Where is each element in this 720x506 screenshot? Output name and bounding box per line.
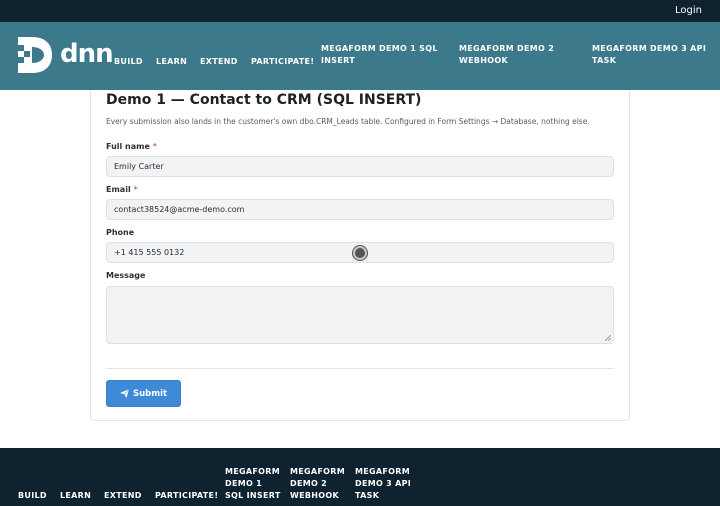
- login-link[interactable]: Login: [675, 5, 702, 16]
- message-textarea[interactable]: [106, 286, 614, 344]
- form-divider: [106, 368, 614, 369]
- full-name-label: Full name *: [106, 142, 157, 151]
- footer-nav-build[interactable]: BUILD: [18, 490, 47, 502]
- top-utility-bar: Login: [0, 0, 720, 22]
- paper-plane-icon: [119, 389, 129, 398]
- site-header: dnn BUILD LEARN EXTEND PARTICIPATE! MEGA…: [0, 22, 720, 90]
- email-input[interactable]: contact38524@acme-demo.com: [106, 199, 614, 220]
- site-footer: BUILD LEARN EXTEND PARTICIPATE! MEGAFORM…: [0, 448, 720, 506]
- nav-learn[interactable]: LEARN: [156, 56, 187, 68]
- nav-build[interactable]: BUILD: [114, 56, 143, 68]
- footer-nav-extend[interactable]: EXTEND: [104, 490, 142, 502]
- full-name-input[interactable]: Emily Carter: [106, 156, 614, 177]
- submit-button[interactable]: Submit: [106, 380, 181, 407]
- footer-nav-megaform-demo-2[interactable]: MEGAFORM DEMO 2 WEBHOOK: [290, 466, 345, 502]
- nav-megaform-demo-2[interactable]: MEGAFORM DEMO 2 WEBHOOK: [459, 43, 554, 67]
- nav-extend[interactable]: EXTEND: [200, 56, 238, 68]
- dnn-logo[interactable]: dnn: [18, 37, 114, 73]
- nav-participate[interactable]: PARTICIPATE!: [251, 56, 314, 68]
- dnn-logo-icon: [18, 37, 52, 73]
- required-mark: *: [133, 185, 138, 194]
- email-label: Email *: [106, 185, 138, 194]
- footer-nav-megaform-demo-3[interactable]: MEGAFORM DEMO 3 API TASK: [355, 466, 411, 502]
- nav-megaform-demo-1[interactable]: MEGAFORM DEMO 1 SQL INSERT: [321, 43, 438, 67]
- message-label: Message: [106, 271, 146, 280]
- form-title: Demo 1 — Contact to CRM (SQL INSERT): [106, 92, 422, 108]
- required-mark: *: [152, 142, 157, 151]
- phone-label: Phone: [106, 228, 135, 237]
- footer-nav-learn[interactable]: LEARN: [60, 490, 91, 502]
- footer-nav-participate[interactable]: PARTICIPATE!: [155, 490, 218, 502]
- resize-grip-icon[interactable]: [605, 335, 611, 341]
- nav-megaform-demo-3[interactable]: MEGAFORM DEMO 3 API TASK: [592, 43, 706, 67]
- footer-nav-megaform-demo-1[interactable]: MEGAFORM DEMO 1 SQL INSERT: [225, 466, 281, 502]
- logo-wordmark: dnn: [60, 39, 114, 69]
- form-description: Every submission also lands in the custo…: [106, 117, 590, 126]
- mouse-cursor: [353, 246, 367, 260]
